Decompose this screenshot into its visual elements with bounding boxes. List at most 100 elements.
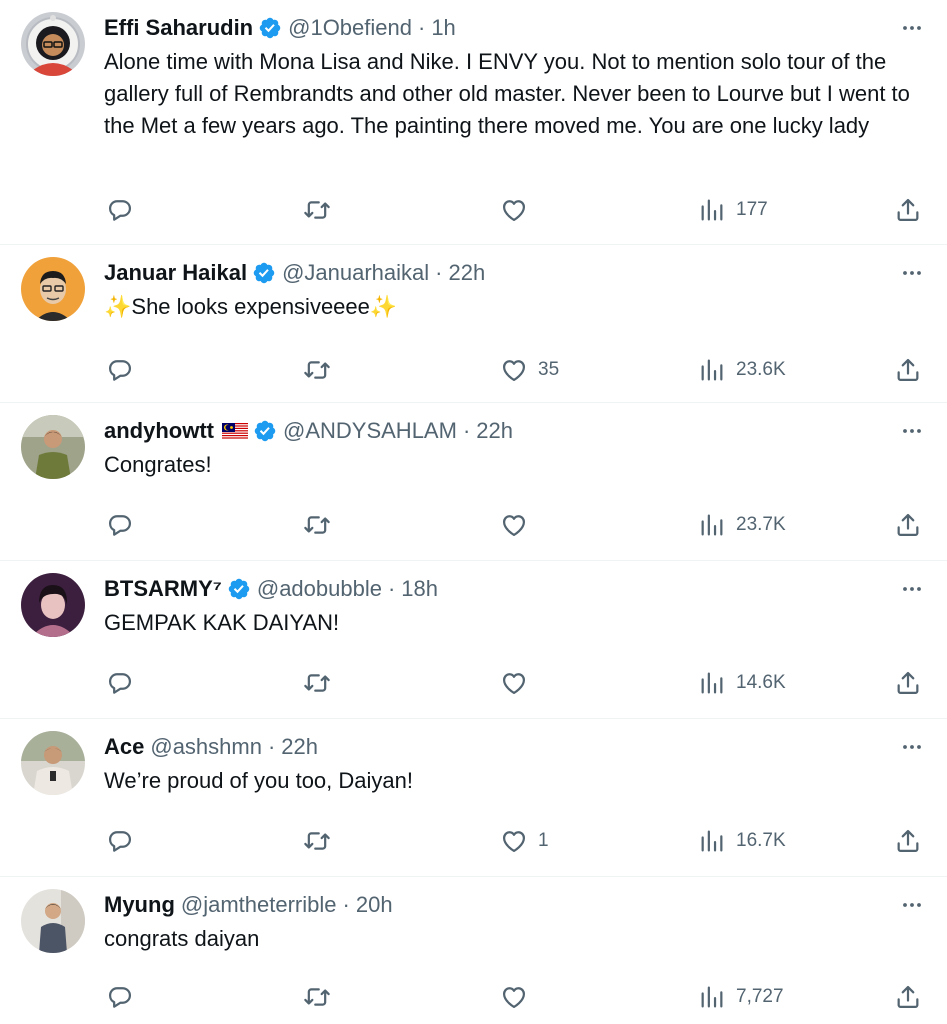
views-button[interactable]: 16.7K — [698, 825, 786, 857]
malaysia-flag-icon — [222, 422, 248, 440]
display-name[interactable]: andyhowtt — [104, 418, 214, 444]
reply-icon — [108, 360, 132, 381]
retweet-icon — [304, 361, 330, 379]
tweet[interactable]: Januar Haikal @Januarhaikal · 22h ✨She l… — [0, 245, 947, 403]
more-options-button[interactable] — [897, 259, 927, 287]
heart-icon — [502, 200, 526, 222]
retweet-icon — [304, 674, 330, 692]
like-button[interactable] — [500, 981, 538, 1013]
display-name[interactable]: BTSARMY⁷ — [104, 576, 222, 602]
retweet-button[interactable] — [303, 509, 341, 541]
display-name[interactable]: Januar Haikal — [104, 260, 247, 286]
reply-icon — [108, 515, 132, 536]
user-handle[interactable]: @adobubble — [257, 576, 382, 602]
tweet[interactable]: andyhowtt @ANDYSAHLAM · 22h Congrates! 2… — [0, 403, 947, 561]
timestamp[interactable]: 1h — [431, 15, 455, 41]
avatar[interactable] — [21, 257, 85, 321]
more-options-button[interactable] — [897, 14, 927, 42]
user-handle[interactable]: @ANDYSAHLAM — [283, 418, 457, 444]
reply-button[interactable] — [106, 194, 144, 226]
like-button[interactable] — [500, 509, 538, 541]
timestamp[interactable]: 22h — [281, 734, 318, 760]
tweet[interactable]: Myung @jamtheterrible · 20h congrats dai… — [0, 877, 947, 1024]
timestamp[interactable]: 22h — [476, 418, 513, 444]
more-options-button[interactable] — [897, 733, 927, 761]
separator-dot: · — [387, 576, 396, 601]
more-dots-icon — [903, 587, 921, 591]
view-count: 14.6K — [736, 672, 786, 693]
heart-icon — [502, 515, 526, 537]
tweet-header: BTSARMY⁷ @adobubble · 18h — [104, 573, 438, 605]
reply-button[interactable] — [106, 354, 144, 386]
tweet-text: GEMPAK KAK DAIYAN! — [104, 610, 340, 635]
tweet[interactable]: BTSARMY⁷ @adobubble · 18h GEMPAK KAK DAI… — [0, 561, 947, 719]
reply-button[interactable] — [106, 981, 144, 1013]
like-button[interactable]: 35 — [500, 354, 559, 386]
avatar[interactable] — [21, 12, 85, 76]
avatar[interactable] — [21, 415, 85, 479]
retweet-button[interactable] — [303, 825, 341, 857]
views-icon — [701, 830, 723, 852]
views-button[interactable]: 23.6K — [698, 354, 786, 386]
tweet[interactable]: Ace @ashshmn · 22h We’re proud of you to… — [0, 719, 947, 877]
share-button[interactable] — [894, 981, 922, 1013]
share-button[interactable] — [894, 354, 922, 386]
share-button[interactable] — [894, 509, 922, 541]
display-name[interactable]: Ace — [104, 734, 144, 760]
avatar[interactable] — [21, 573, 85, 637]
heart-icon — [502, 987, 526, 1009]
views-button[interactable]: 7,727 — [698, 981, 784, 1013]
timestamp[interactable]: 20h — [356, 892, 393, 918]
separator-dot: · — [435, 260, 443, 285]
action-bar: 1 16.7K — [0, 825, 947, 857]
tweet-header: Januar Haikal @Januarhaikal · 22h — [104, 257, 485, 289]
tweet[interactable]: Effi Saharudin @1Obefiend · 1h Alone tim… — [0, 0, 947, 245]
avatar[interactable] — [21, 889, 85, 953]
user-handle[interactable]: @ashshmn — [150, 734, 262, 760]
views-button[interactable]: 14.6K — [698, 667, 786, 699]
user-handle[interactable]: @1Obefiend — [288, 15, 412, 41]
user-handle[interactable]: @jamtheterrible — [181, 892, 337, 918]
reply-icon — [108, 200, 132, 221]
views-icon — [701, 199, 723, 221]
tweet-header: Myung @jamtheterrible · 20h — [104, 889, 393, 921]
reply-button[interactable] — [106, 825, 144, 857]
more-dots-icon — [903, 271, 921, 275]
photo-avatar-icon — [21, 573, 85, 637]
reply-button[interactable] — [106, 667, 144, 699]
more-options-button[interactable] — [897, 575, 927, 603]
share-icon — [897, 513, 919, 537]
timestamp[interactable]: 18h — [401, 576, 438, 602]
display-name[interactable]: Effi Saharudin — [104, 15, 253, 41]
avatar[interactable] — [21, 731, 85, 795]
cartoon-man-avatar-icon — [21, 257, 85, 321]
like-count: 1 — [538, 830, 549, 851]
views-button[interactable]: 177 — [698, 194, 768, 226]
share-button[interactable] — [894, 667, 922, 699]
user-handle[interactable]: @Januarhaikal — [282, 260, 429, 286]
tweet-header: Effi Saharudin @1Obefiend · 1h — [104, 12, 456, 44]
views-icon — [701, 514, 723, 536]
reply-icon — [108, 987, 132, 1008]
retweet-button[interactable] — [303, 194, 341, 226]
reply-button[interactable] — [106, 509, 144, 541]
like-button[interactable]: 1 — [500, 825, 549, 857]
separator-dot: · — [267, 734, 276, 759]
display-name[interactable]: Myung — [104, 892, 175, 918]
more-options-button[interactable] — [897, 417, 927, 445]
retweet-button[interactable] — [303, 667, 341, 699]
like-button[interactable] — [500, 667, 538, 699]
retweet-button[interactable] — [303, 981, 341, 1013]
action-bar: 23.7K — [0, 509, 947, 541]
share-button[interactable] — [894, 825, 922, 857]
retweet-icon — [304, 201, 330, 219]
more-options-button[interactable] — [897, 891, 927, 919]
tweet-text: congrats daiyan — [104, 926, 260, 951]
timestamp[interactable]: 22h — [449, 260, 486, 286]
views-button[interactable]: 23.7K — [698, 509, 786, 541]
share-button[interactable] — [894, 194, 922, 226]
retweet-button[interactable] — [303, 354, 341, 386]
like-button[interactable] — [500, 194, 538, 226]
share-icon — [897, 358, 919, 382]
photo-avatar-icon — [21, 415, 85, 479]
